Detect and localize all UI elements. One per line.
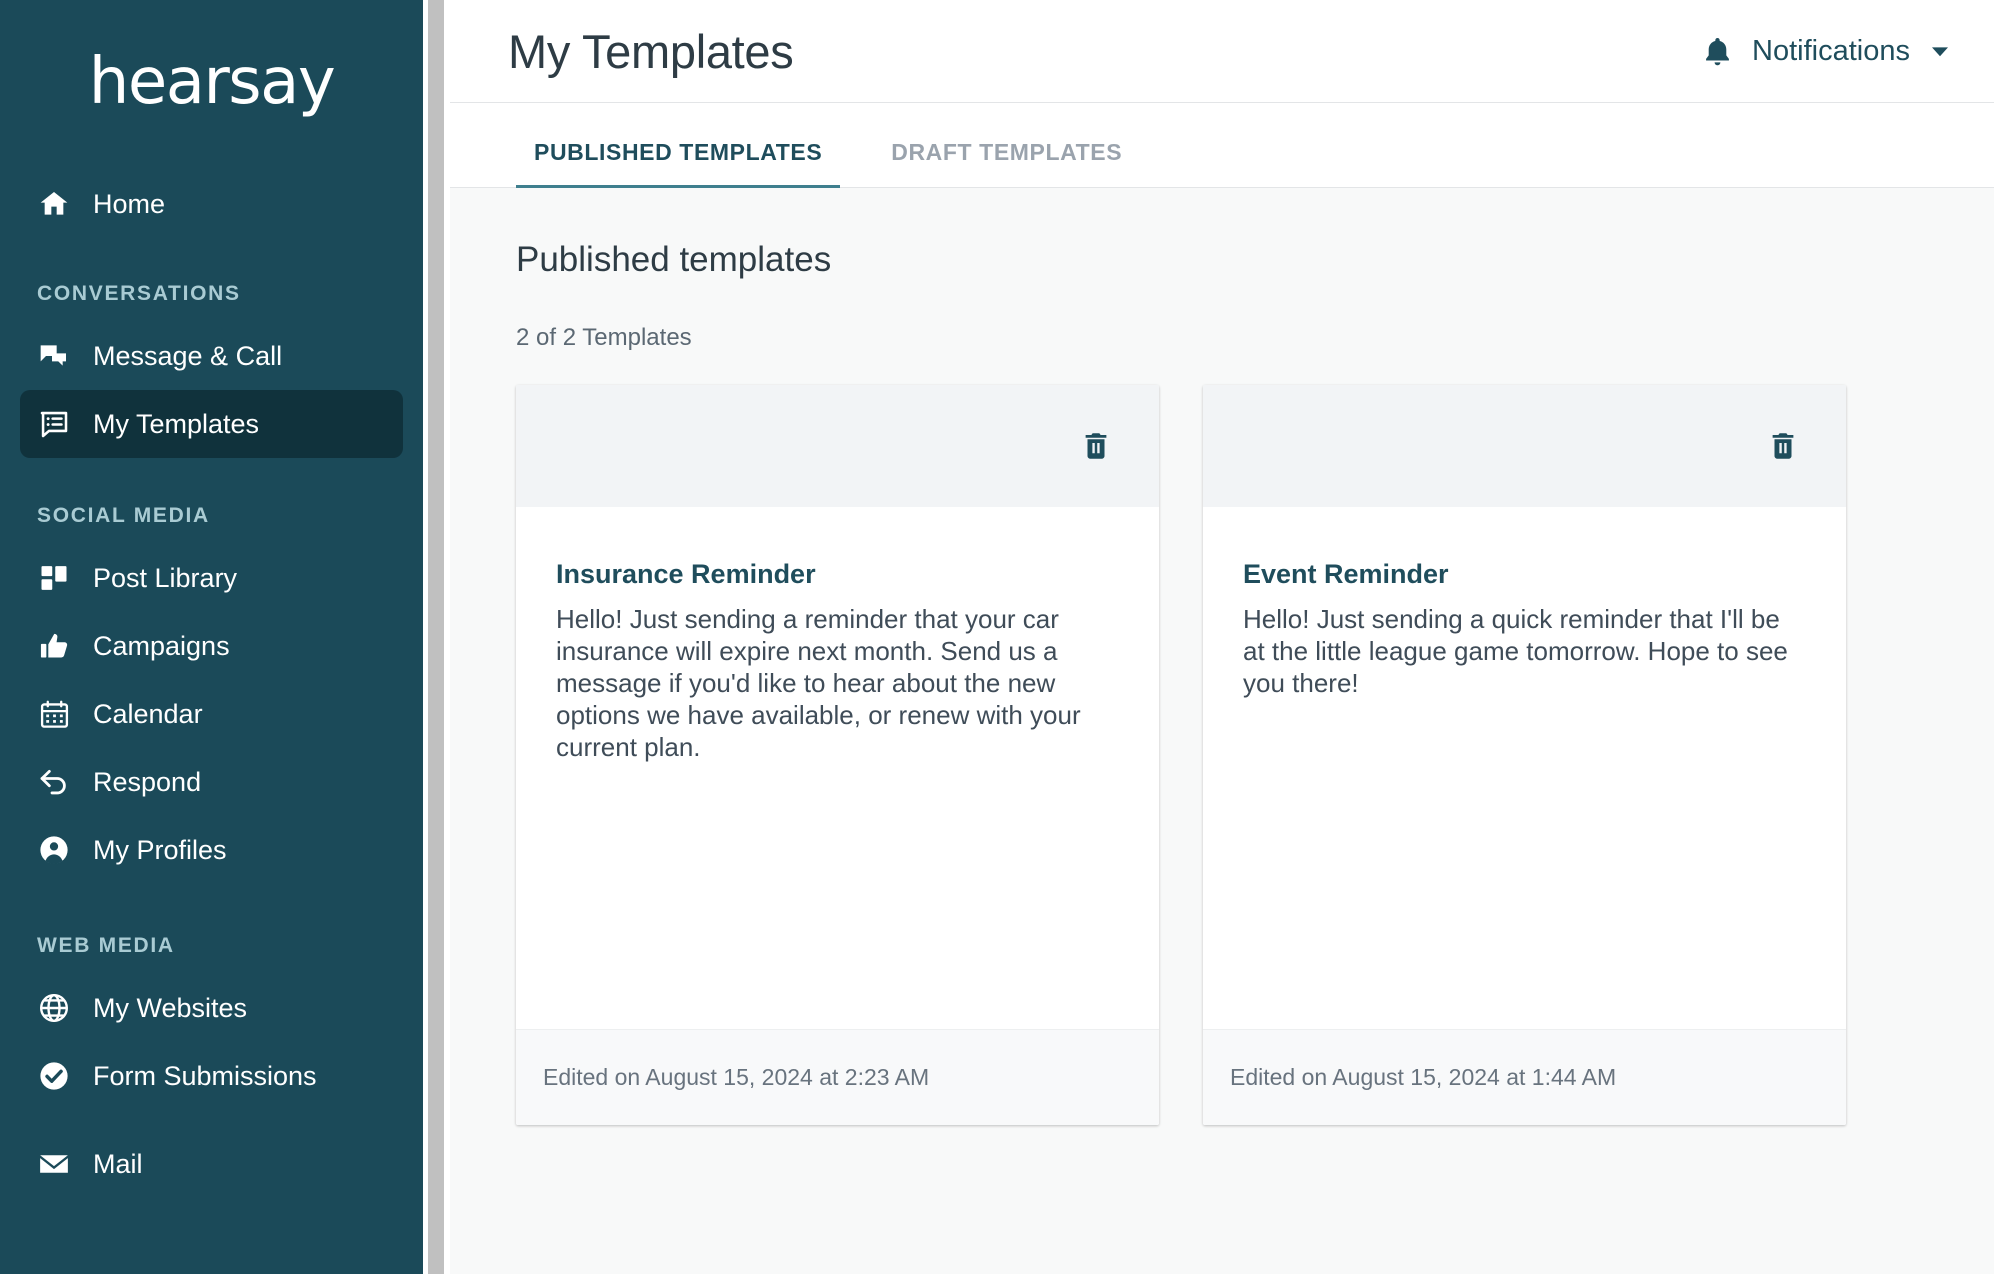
template-card-title: Insurance Reminder <box>556 559 816 589</box>
templates-icon <box>37 407 71 441</box>
main-area: My Templates Notifications PUBLISHED TEM… <box>450 0 1994 1274</box>
tab-bar: PUBLISHED TEMPLATES DRAFT TEMPLATES <box>450 103 1994 190</box>
sidebar-item-label-mail: Mail <box>93 1148 143 1179</box>
user-circle-icon <box>37 833 71 867</box>
brand-logo-text: hearsay <box>88 45 336 119</box>
tab-published-templates[interactable]: PUBLISHED TEMPLATES <box>516 139 841 190</box>
template-card-body: Event Reminder Hello! Just sending a qui… <box>1203 507 1846 1029</box>
sidebar-item-calendar[interactable]: Calendar <box>20 680 403 748</box>
page-title: My Templates <box>508 24 794 78</box>
check-circle-icon <box>37 1059 71 1093</box>
template-card-footer: Edited on August 15, 2024 at 1:44 AM <box>1203 1029 1846 1125</box>
trash-icon[interactable] <box>1762 425 1804 467</box>
sidebar-item-label-home: Home <box>93 188 166 219</box>
thumbs-up-icon <box>37 629 71 663</box>
sidebar-item-label-calendar: Calendar <box>93 698 203 729</box>
template-card[interactable]: Insurance Reminder Hello! Just sending a… <box>516 385 1159 1125</box>
trash-icon[interactable] <box>1075 425 1117 467</box>
template-card-header <box>1203 385 1846 507</box>
content-area: Published templates 2 of 2 Templates Ins… <box>450 188 1994 1274</box>
brand-logo[interactable]: hearsay <box>0 16 423 148</box>
template-card-text: Hello! Just sending a reminder that your… <box>556 604 1081 762</box>
app-root: hearsay Home CONVERSATIONS Message & Cal… <box>0 0 1994 1274</box>
sidebar-section-social-media: SOCIAL MEDIA <box>37 504 210 527</box>
post-library-icon <box>37 561 71 595</box>
bell-icon <box>1701 35 1734 68</box>
template-card-edited: Edited on August 15, 2024 at 1:44 AM <box>1230 1064 1617 1090</box>
sidebar-item-post-library[interactable]: Post Library <box>20 544 403 612</box>
message-call-icon <box>37 339 71 373</box>
globe-icon <box>37 991 71 1025</box>
notifications-menu[interactable]: Notifications <box>1701 35 1966 68</box>
chevron-down-icon[interactable] <box>1928 39 1952 63</box>
templates-grid: Insurance Reminder Hello! Just sending a… <box>516 385 1928 1125</box>
template-count: 2 of 2 Templates <box>516 324 692 351</box>
sidebar-item-mail[interactable]: Mail <box>20 1130 403 1198</box>
sidebar: hearsay Home CONVERSATIONS Message & Cal… <box>0 0 423 1274</box>
sidebar-item-my-profiles[interactable]: My Profiles <box>20 816 403 884</box>
calendar-icon <box>37 697 71 731</box>
sidebar-item-label-post-library: Post Library <box>93 562 238 593</box>
section-title: Published templates <box>516 240 832 279</box>
sidebar-section-conversations: CONVERSATIONS <box>37 282 241 305</box>
sidebar-item-campaigns[interactable]: Campaigns <box>20 612 403 680</box>
template-card-body: Insurance Reminder Hello! Just sending a… <box>516 507 1159 1029</box>
sidebar-item-label-form-submissions: Form Submissions <box>93 1060 317 1091</box>
top-bar: My Templates Notifications <box>450 0 1994 103</box>
page-scrollbar[interactable] <box>423 0 450 1274</box>
notifications-label: Notifications <box>1752 34 1910 67</box>
reply-arrow-icon <box>37 765 71 799</box>
template-card[interactable]: Event Reminder Hello! Just sending a qui… <box>1203 385 1846 1125</box>
tab-draft-templates[interactable]: DRAFT TEMPLATES <box>873 139 1140 190</box>
sidebar-item-respond[interactable]: Respond <box>20 748 403 816</box>
sidebar-item-label-message-call: Message & Call <box>93 340 283 371</box>
sidebar-item-home[interactable]: Home <box>20 170 403 238</box>
sidebar-item-my-templates[interactable]: My Templates <box>20 390 403 458</box>
sidebar-item-label-my-profiles: My Profiles <box>93 834 227 865</box>
home-icon <box>37 187 71 221</box>
template-card-title: Event Reminder <box>1243 559 1449 589</box>
template-card-footer: Edited on August 15, 2024 at 2:23 AM <box>516 1029 1159 1125</box>
page-scrollbar-thumb[interactable] <box>428 0 444 1274</box>
template-card-text: Hello! Just sending a quick reminder tha… <box>1243 604 1788 698</box>
sidebar-item-label-my-templates: My Templates <box>93 408 260 439</box>
template-card-header <box>516 385 1159 507</box>
sidebar-item-label-respond: Respond <box>93 766 202 797</box>
sidebar-item-my-websites[interactable]: My Websites <box>20 974 403 1042</box>
sidebar-item-message-call[interactable]: Message & Call <box>20 322 403 390</box>
sidebar-item-label-campaigns: Campaigns <box>93 630 230 661</box>
sidebar-item-label-my-websites: My Websites <box>93 992 248 1023</box>
sidebar-section-web-media: WEB MEDIA <box>37 934 175 957</box>
template-card-edited: Edited on August 15, 2024 at 2:23 AM <box>543 1064 930 1090</box>
envelope-icon <box>37 1147 71 1181</box>
sidebar-item-form-submissions[interactable]: Form Submissions <box>20 1042 403 1110</box>
